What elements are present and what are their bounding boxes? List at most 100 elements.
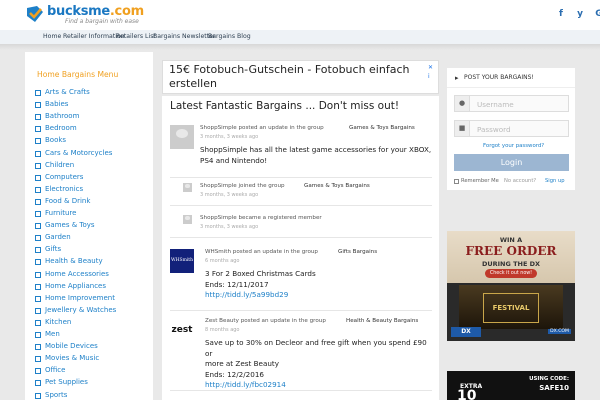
activity-group-link[interactable]: Gifts Bargains bbox=[338, 249, 377, 255]
nav-item-bargains-blog[interactable]: Bargains Blog bbox=[208, 33, 251, 40]
category-label[interactable]: Kitchen bbox=[45, 318, 71, 326]
category-item[interactable]: Bathroom bbox=[35, 112, 150, 124]
activity-group-link[interactable]: Health & Beauty Bargains bbox=[346, 318, 418, 324]
category-item[interactable]: Pet Supplies bbox=[35, 378, 150, 390]
ad-dx[interactable]: WIN A FREE ORDER DURING THE DX Check it … bbox=[447, 231, 575, 341]
activity-meta: WHSmith posted an update in the group bbox=[205, 249, 318, 255]
username-field[interactable]: ● Username bbox=[454, 95, 569, 112]
password-field[interactable]: ■ Password bbox=[454, 120, 569, 137]
category-label[interactable]: Home Accessories bbox=[45, 270, 109, 278]
divider bbox=[170, 177, 432, 178]
bullet-icon bbox=[35, 271, 41, 278]
category-label[interactable]: Food & Drink bbox=[45, 197, 90, 205]
activity-link[interactable]: http://tidd.ly/5a99bd29 bbox=[205, 290, 316, 301]
category-item[interactable]: Kitchen bbox=[35, 318, 150, 330]
category-label[interactable]: Games & Toys bbox=[45, 221, 95, 229]
category-label[interactable]: Health & Beauty bbox=[45, 257, 103, 265]
category-item[interactable]: Arts & Crafts bbox=[35, 88, 150, 100]
category-item[interactable]: Computers bbox=[35, 173, 150, 185]
site-logo[interactable]: bucksme.com Find a bargain with ease bbox=[25, 3, 144, 27]
category-item[interactable]: Office bbox=[35, 366, 150, 378]
category-item[interactable]: Games & Toys bbox=[35, 221, 150, 233]
sidebar: Home Bargains Menu Arts & Crafts Babies Ba… bbox=[25, 52, 153, 400]
category-item[interactable]: Garden bbox=[35, 233, 150, 245]
category-label[interactable]: Gifts bbox=[45, 245, 61, 253]
category-item[interactable]: Babies bbox=[35, 100, 150, 112]
category-label[interactable]: Sports bbox=[45, 391, 67, 399]
category-label[interactable]: Computers bbox=[45, 173, 83, 181]
category-label[interactable]: Pet Supplies bbox=[45, 378, 88, 386]
category-item[interactable]: Books bbox=[35, 136, 150, 148]
category-label[interactable]: Men bbox=[45, 330, 60, 338]
category-label[interactable]: Arts & Crafts bbox=[45, 88, 90, 96]
category-item[interactable]: Sports bbox=[35, 391, 150, 400]
activity-group-link[interactable]: Games & Toys Bargains bbox=[349, 125, 415, 131]
activity-group-link[interactable]: Games & Toys Bargains bbox=[304, 183, 370, 189]
bullet-icon bbox=[35, 174, 41, 181]
forgot-password-link[interactable]: Forgot your password? bbox=[483, 143, 544, 149]
sidebar-header: Home Bargains Menu bbox=[25, 52, 153, 83]
category-item[interactable]: Electronics bbox=[35, 185, 150, 197]
ad-close-icon[interactable]: ✕ bbox=[428, 64, 436, 72]
bullet-icon bbox=[35, 344, 41, 351]
activity-link[interactable]: http://tidd.ly/fbc02914 bbox=[205, 380, 432, 391]
ad-banner[interactable]: 15€ Fotobuch-Gutschein - Fotobuch einfac… bbox=[162, 60, 439, 94]
ad-dx-cta[interactable]: Check it out now! bbox=[485, 269, 537, 278]
ad-banner-text[interactable]: 15€ Fotobuch-Gutschein - Fotobuch einfac… bbox=[169, 63, 419, 91]
category-label[interactable]: Electronics bbox=[45, 185, 83, 193]
category-label[interactable]: Bedroom bbox=[45, 124, 77, 132]
category-item[interactable]: Food & Drink bbox=[35, 197, 150, 209]
category-item[interactable]: Bedroom bbox=[35, 124, 150, 136]
category-label[interactable]: Jewellery & Watches bbox=[45, 306, 116, 314]
google-icon[interactable]: G bbox=[593, 9, 600, 19]
category-label[interactable]: Furniture bbox=[45, 209, 76, 217]
category-item[interactable]: Cars & Motorcycles bbox=[35, 149, 150, 161]
avatar[interactable]: WHSmith bbox=[170, 249, 194, 273]
bullet-icon bbox=[35, 223, 41, 230]
category-label[interactable]: Movies & Music bbox=[45, 354, 99, 362]
divider bbox=[170, 390, 432, 391]
category-label[interactable]: Mobile Devices bbox=[45, 342, 98, 350]
category-item[interactable]: Health & Beauty bbox=[35, 257, 150, 269]
username-placeholder: Username bbox=[477, 100, 514, 109]
ad-safe10[interactable]: EXTRA 10 USING CODE: SAFE10 bbox=[447, 371, 575, 400]
top-bar: bucksme.com Find a bargain with ease f y… bbox=[0, 0, 600, 30]
category-item[interactable]: Home Improvement bbox=[35, 294, 150, 306]
category-label[interactable]: Home Improvement bbox=[45, 294, 115, 302]
ad-info-icon[interactable]: i bbox=[428, 73, 436, 81]
category-item[interactable]: Gifts bbox=[35, 245, 150, 257]
category-label[interactable]: Children bbox=[45, 161, 74, 169]
category-label[interactable]: Home Appliances bbox=[45, 282, 106, 290]
avatar[interactable]: zest bbox=[170, 318, 194, 342]
activity-meta: Zest Beauty posted an update in the grou… bbox=[205, 318, 326, 324]
category-item[interactable]: Movies & Music bbox=[35, 354, 150, 366]
twitter-icon[interactable]: y bbox=[574, 9, 586, 19]
category-item[interactable]: Men bbox=[35, 330, 150, 342]
activity-time: 6 months ago bbox=[205, 258, 240, 264]
nav-item-retailers-list[interactable]: Retailers List bbox=[116, 33, 156, 40]
avatar[interactable] bbox=[183, 215, 192, 224]
category-label[interactable]: Garden bbox=[45, 233, 71, 241]
activity-body: Save up to 30% on Decleor and free gift … bbox=[205, 338, 432, 391]
category-item[interactable]: Jewellery & Watches bbox=[35, 306, 150, 318]
sidebar-title: Home Bargains Menu bbox=[37, 70, 119, 79]
category-label[interactable]: Babies bbox=[45, 100, 68, 108]
avatar[interactable] bbox=[183, 183, 192, 192]
nav-item-home[interactable]: Home bbox=[43, 33, 61, 40]
category-label[interactable]: Books bbox=[45, 136, 66, 144]
category-item[interactable]: Mobile Devices bbox=[35, 342, 150, 354]
category-item[interactable]: Home Appliances bbox=[35, 282, 150, 294]
category-item[interactable]: Home Accessories bbox=[35, 270, 150, 282]
category-label[interactable]: Office bbox=[45, 366, 65, 374]
category-label[interactable]: Cars & Motorcycles bbox=[45, 149, 112, 157]
login-button[interactable]: Login bbox=[454, 154, 569, 171]
nav-menu: Home Retailer Information Retailers List… bbox=[25, 30, 575, 44]
facebook-icon[interactable]: f bbox=[555, 9, 567, 19]
category-item[interactable]: Furniture bbox=[35, 209, 150, 221]
remember-checkbox[interactable] bbox=[454, 179, 459, 184]
signup-link[interactable]: Sign up bbox=[545, 178, 565, 184]
category-label[interactable]: Bathroom bbox=[45, 112, 79, 120]
nav-item-bargains-newsletter[interactable]: Bargains Newsletter bbox=[153, 33, 215, 40]
category-item[interactable]: Children bbox=[35, 161, 150, 173]
avatar[interactable] bbox=[170, 125, 194, 149]
